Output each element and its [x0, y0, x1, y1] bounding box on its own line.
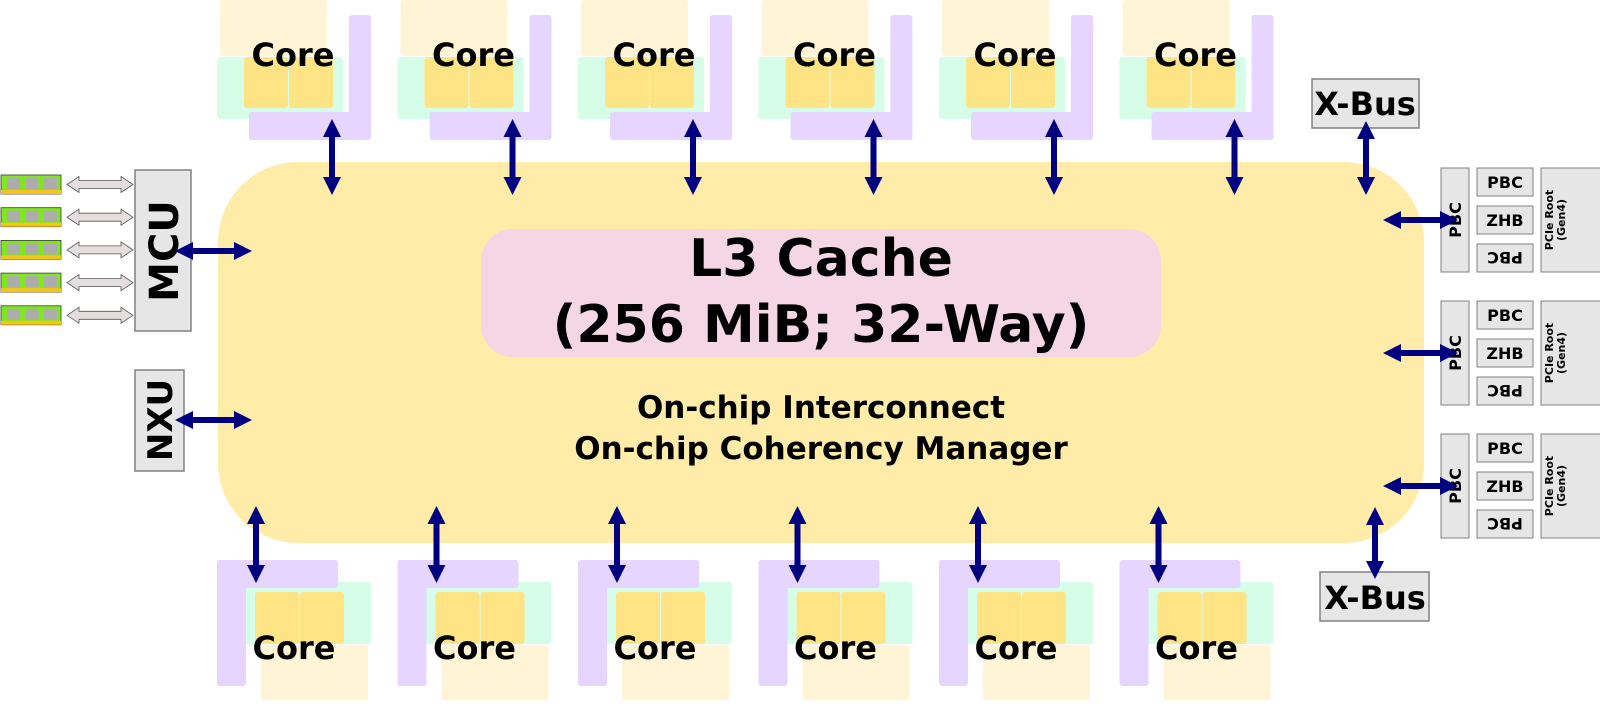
dimm-edge-connector: [1, 190, 61, 194]
core-purple-horizontal: [758, 560, 880, 588]
dimm-chip: [7, 210, 20, 222]
memory-bus-arrow: [66, 208, 134, 226]
top-core-row: Core Core Core Core Core Core: [217, 0, 1274, 195]
memory-bus-arrow: [66, 273, 134, 292]
core-top-5: Core: [939, 0, 1093, 195]
pcie-groups: PBCPBCZHBPBCPCIe Root (Gen4)PBCPBCZHBPBCP…: [1383, 167, 1600, 539]
pcie-root-gen-label: (Gen4): [1555, 199, 1568, 241]
dimm-1: [0, 174, 134, 195]
memory-bus-arrow: [66, 241, 134, 259]
xbus-top-label: X-Bus: [1314, 85, 1416, 123]
pcie-root-gen-label: (Gen4): [1555, 332, 1568, 374]
core-label: Core: [613, 36, 696, 74]
core-purple-horizontal: [790, 112, 913, 140]
nxu-label: NXU: [141, 379, 181, 461]
core-top-2: Core: [397, 0, 552, 195]
core-label: Core: [1155, 629, 1238, 667]
dimm-edge-connector: [1, 222, 61, 227]
interconnect-label: On-chip Interconnect: [637, 390, 1005, 426]
dimm-chip: [7, 178, 20, 189]
pcie-sub-label: ZHB: [1486, 477, 1523, 496]
memory-dimms: [0, 174, 134, 326]
core-label: Core: [253, 629, 336, 667]
dimm-chip: [7, 243, 20, 255]
xbus-bottom-block: X-Bus: [1319, 571, 1430, 622]
dimm-chip: [44, 308, 57, 320]
dimm-chip: [44, 243, 57, 255]
pcie-sub-label: ZHB: [1486, 211, 1523, 230]
core-top-6: Core: [1119, 0, 1274, 195]
xbus-bottom-label: X-Bus: [1324, 579, 1426, 617]
dimm-chip: [25, 243, 39, 255]
dimm-chip: [25, 276, 39, 288]
dimm-2: [0, 207, 134, 228]
core-purple-horizontal: [578, 560, 699, 588]
pcie-sub-label: PBC: [1487, 173, 1523, 192]
dimm-chip: [44, 178, 57, 189]
core-label: Core: [614, 629, 697, 667]
dimm-edge-connector: [1, 320, 61, 325]
core-label: Core: [252, 36, 335, 74]
dimm-chip: [44, 210, 57, 222]
l3-cache-spec: (256 MiB; 32-Way): [553, 295, 1090, 355]
mcu-label: MCU: [142, 200, 188, 302]
pcie-sub-label: PBC: [1487, 439, 1523, 458]
core-purple-horizontal: [971, 112, 1093, 140]
core-label: Core: [432, 36, 515, 74]
dimm-chip: [25, 178, 39, 189]
core-purple-horizontal: [217, 560, 338, 588]
dimm-chip: [25, 210, 39, 222]
pcie-root-gen-label: (Gen4): [1555, 465, 1568, 507]
memory-bus-arrow: [66, 175, 134, 194]
dimm-5: [0, 305, 134, 326]
core-label: Core: [975, 629, 1058, 667]
core-label: Core: [794, 629, 877, 667]
core-purple-horizontal: [610, 112, 732, 140]
core-top-3: Core: [578, 0, 732, 195]
core-purple-horizontal: [939, 560, 1060, 588]
l3-cache-title: L3 Cache: [689, 229, 953, 289]
dimm-3: [0, 239, 134, 260]
mcu-block: MCU: [134, 169, 192, 332]
dimm-chip: [25, 308, 39, 320]
dimm-chip: [7, 276, 20, 288]
dimm-edge-connector: [1, 288, 61, 293]
core-label: Core: [433, 629, 516, 667]
dimm-chip: [7, 308, 20, 320]
core-purple-horizontal: [1119, 560, 1241, 588]
core-label: Core: [1154, 36, 1237, 74]
core-purple-horizontal: [1151, 112, 1274, 140]
pcie-sub-label: PBC: [1487, 514, 1523, 533]
pcie-sub-label: PBC: [1487, 381, 1523, 400]
nxu-block: NXU: [134, 369, 185, 472]
dimm-edge-connector: [1, 255, 61, 260]
dimm-chip: [44, 276, 57, 288]
dimm-4: [0, 272, 134, 293]
core-purple-horizontal: [249, 112, 371, 140]
core-label: Core: [974, 36, 1057, 74]
core-purple-horizontal: [429, 112, 552, 140]
core-top-1: Core: [217, 0, 371, 195]
memory-bus-arrow: [66, 306, 134, 325]
coherency-manager-label: On-chip Coherency Manager: [574, 431, 1068, 467]
core-top-4: Core: [758, 0, 913, 195]
chip-diagram: L3 Cache (256 MiB; 32-Way) On-chip Inter…: [0, 0, 1600, 700]
pcie-sub-label: PBC: [1487, 248, 1523, 267]
core-label: Core: [793, 36, 876, 74]
pcie-sub-label: PBC: [1487, 306, 1523, 325]
pcie-sub-label: ZHB: [1486, 344, 1523, 363]
core-purple-horizontal: [397, 560, 519, 588]
xbus-top-block: X-Bus: [1311, 78, 1420, 129]
